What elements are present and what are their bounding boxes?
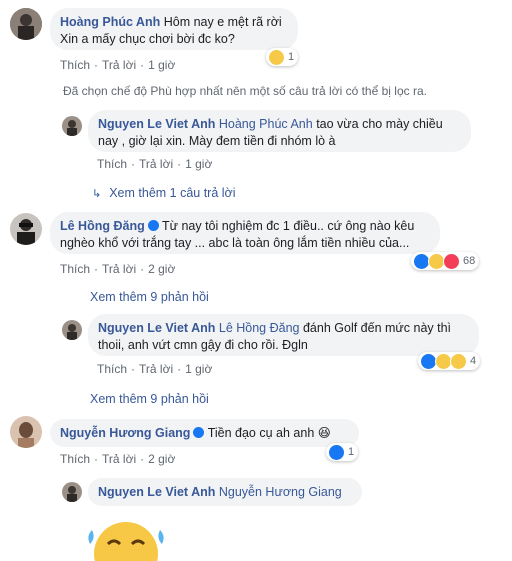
- reply-actions: Thích · Trả lời · 1 giờ: [97, 362, 212, 376]
- reaction-count: 1: [288, 51, 295, 63]
- timestamp[interactable]: 1 giờ: [185, 157, 212, 171]
- avatar[interactable]: [10, 416, 42, 448]
- avatar[interactable]: [62, 320, 82, 340]
- avatar[interactable]: [62, 116, 82, 136]
- verified-badge-icon: [147, 220, 159, 231]
- verified-badge-icon: [193, 427, 205, 438]
- comment-bubble: Hoàng Phúc Anh Hôm nay e mệt rã rời Xin …: [50, 8, 298, 50]
- avatar[interactable]: [62, 482, 82, 502]
- filter-notice: Đã chọn chế độ Phù hợp nhất nên một số c…: [63, 84, 427, 98]
- reaction-summary[interactable]: 1: [266, 48, 299, 66]
- separator: ·: [94, 58, 99, 72]
- reply-link[interactable]: Trả lời: [102, 452, 136, 466]
- laughing-sticker-icon: [86, 516, 166, 561]
- separator: ·: [131, 362, 136, 376]
- reply-bubble: Nguyen Le Viet Anh Lê Hồng Đăng đánh Gol…: [88, 314, 479, 356]
- separator: ·: [177, 362, 182, 376]
- reply-bubble: Nguyen Le Viet Anh Nguyễn Hương Giang: [88, 478, 362, 506]
- separator: ·: [94, 262, 99, 276]
- like-reaction-icon: [328, 443, 345, 461]
- like-link[interactable]: Thích: [60, 452, 90, 466]
- reaction-summary[interactable]: 4: [418, 352, 481, 370]
- reply-author[interactable]: Nguyen Le Viet Anh: [98, 321, 215, 335]
- reply-actions: Thích · Trả lời · 1 giờ: [97, 157, 212, 171]
- reply-author[interactable]: Nguyen Le Viet Anh: [98, 485, 215, 499]
- comment-actions: Thích · Trả lời · 2 giờ: [60, 262, 175, 276]
- comment-author[interactable]: Hoàng Phúc Anh: [60, 15, 160, 29]
- timestamp[interactable]: 1 giờ: [148, 58, 175, 72]
- reply-arrow-icon: ↳: [92, 188, 102, 200]
- comment-author[interactable]: Lê Hồng Đăng: [60, 219, 145, 233]
- reply-text: nay , giờ lại xin. Mày đem tiền đi nhóm …: [98, 134, 336, 148]
- like-link[interactable]: Thích: [97, 362, 127, 376]
- avatar[interactable]: [10, 213, 42, 245]
- love-reaction-icon: [443, 252, 460, 270]
- view-more-replies[interactable]: Xem thêm 9 phản hồi: [90, 392, 209, 406]
- separator: ·: [140, 262, 145, 276]
- timestamp[interactable]: 2 giờ: [148, 452, 175, 466]
- reaction-summary[interactable]: 68: [411, 252, 480, 270]
- view-more-replies[interactable]: Xem thêm 9 phản hồi: [90, 290, 209, 304]
- reply-link[interactable]: Trả lời: [139, 157, 173, 171]
- avatar[interactable]: [10, 8, 42, 40]
- separator: ·: [177, 157, 182, 171]
- view-more-replies[interactable]: ↳ Xem thêm 1 câu trả lời: [92, 186, 236, 200]
- reaction-count: 68: [463, 255, 476, 267]
- reaction-count: 4: [470, 355, 477, 367]
- reaction-count: 1: [348, 446, 355, 458]
- mention-tag[interactable]: Lê Hồng Đăng: [219, 321, 300, 335]
- reply-link[interactable]: Trả lời: [102, 58, 136, 72]
- like-link[interactable]: Thích: [97, 157, 127, 171]
- reply-link[interactable]: Trả lời: [102, 262, 136, 276]
- comment-text: Tiền đạo cụ ah anh 😆: [207, 426, 331, 440]
- comment-text: nghèo khổ với trắng tay ... abc là toàn …: [60, 236, 410, 250]
- like-link[interactable]: Thích: [60, 58, 90, 72]
- comment-bubble: Nguyễn Hương Giang Tiền đạo cụ ah anh 😆: [50, 419, 359, 447]
- separator: ·: [94, 452, 99, 466]
- comment-text: Hôm nay e mệt rã rời: [163, 15, 282, 29]
- reaction-summary[interactable]: 1: [326, 443, 359, 461]
- comment-actions: Thích · Trả lời · 1 giờ: [60, 58, 175, 72]
- mention-tag[interactable]: Nguyễn Hương Giang: [219, 485, 342, 499]
- separator: ·: [140, 58, 145, 72]
- haha-icon: [268, 48, 285, 66]
- mention-tag[interactable]: Hoàng Phúc Anh: [219, 117, 313, 131]
- reply-link[interactable]: Trả lời: [139, 362, 173, 376]
- reply-author[interactable]: Nguyen Le Viet Anh: [98, 117, 215, 131]
- comment-actions: Thích · Trả lời · 2 giờ: [60, 452, 175, 466]
- timestamp[interactable]: 1 giờ: [185, 362, 212, 376]
- comment-text: Xin a mấy chục chơi bời đc ko?: [60, 32, 235, 46]
- separator: ·: [140, 452, 145, 466]
- comment-bubble: Lê Hồng Đăng Từ nay tôi nghiệm đc 1 điều…: [50, 212, 440, 254]
- comment-author[interactable]: Nguyễn Hương Giang: [60, 426, 190, 440]
- separator: ·: [131, 157, 136, 171]
- reply-text: tao vừa cho mày chiều: [316, 117, 443, 131]
- wow-reaction-icon: [450, 352, 467, 370]
- like-link[interactable]: Thích: [60, 262, 90, 276]
- reply-text: thoii, anh vứt cmn gậy đi cho rồi. Đgln: [98, 338, 308, 352]
- timestamp[interactable]: 2 giờ: [148, 262, 175, 276]
- reply-text: đánh Golf đến mức này thì: [302, 321, 452, 335]
- reply-bubble: Nguyen Le Viet Anh Hoàng Phúc Anh tao vừ…: [88, 110, 471, 152]
- comment-text: Từ nay tôi nghiệm đc 1 điều.. cứ ông nào…: [161, 219, 415, 233]
